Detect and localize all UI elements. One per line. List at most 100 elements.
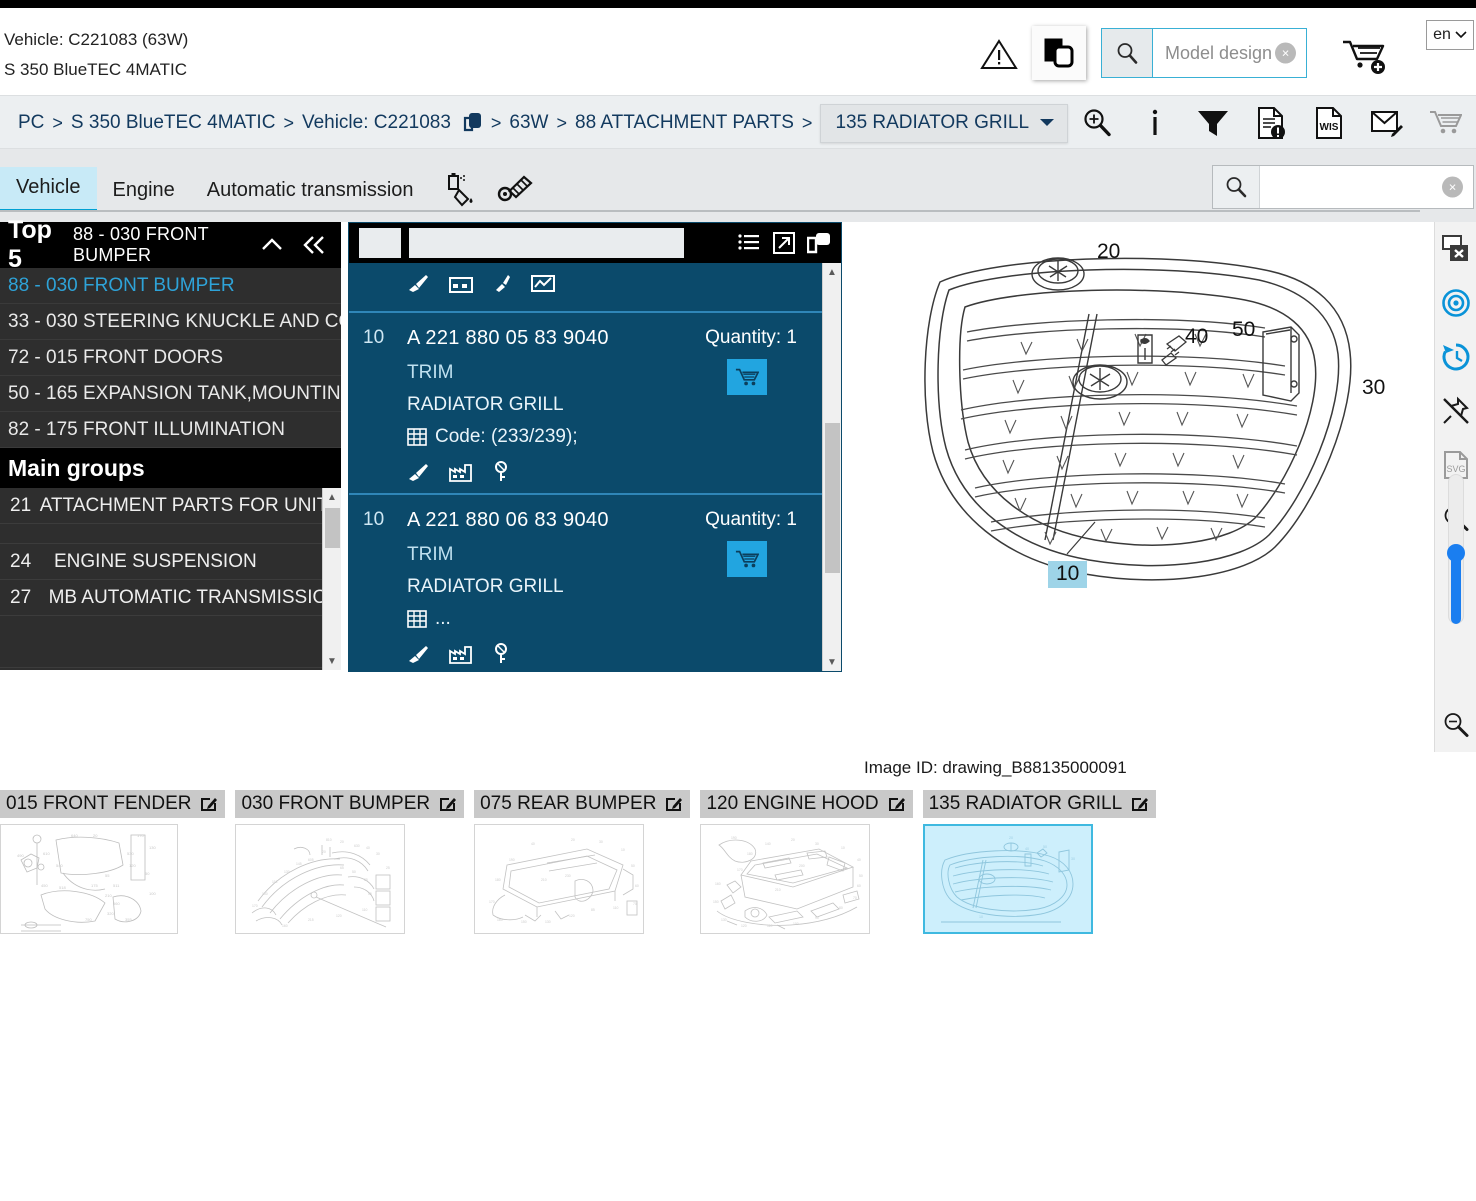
shopping-cart-icon[interactable] bbox=[1428, 106, 1462, 140]
table-grid-icon[interactable] bbox=[407, 427, 427, 447]
main-group-item-27[interactable]: 27 MB AUTOMATIC TRANSMISSION bbox=[0, 580, 341, 616]
email-edit-icon[interactable] bbox=[1370, 106, 1404, 140]
copy-icon[interactable] bbox=[807, 231, 831, 255]
main-search[interactable]: × bbox=[1212, 165, 1474, 209]
main-groups-scrollbar[interactable]: ▲ ▼ bbox=[322, 488, 341, 670]
thumbnail-image[interactable]: 140 20 30 10 40 50 60 70 80 90 100 110 120 130 150… bbox=[700, 824, 871, 934]
factory-icon[interactable] bbox=[449, 273, 473, 293]
add-to-cart-icon[interactable] bbox=[1340, 36, 1394, 76]
drawing-callout-10[interactable]: 10 bbox=[1048, 561, 1088, 588]
tab-engine[interactable]: Engine bbox=[97, 170, 191, 212]
top5-item-1[interactable]: 33 - 030 STEERING KNUCKLE AND CO... bbox=[0, 304, 341, 340]
breadcrumb-item-model[interactable]: S 350 BlueTEC 4MATIC bbox=[71, 112, 276, 134]
close-window-icon[interactable] bbox=[1435, 222, 1476, 276]
scrollbar-thumb[interactable] bbox=[325, 508, 340, 548]
thumbnail-135-radiator-grill[interactable]: 135 RADIATOR GRILL 20 40 50 30 10 bbox=[922, 790, 1157, 934]
search-icon[interactable] bbox=[1213, 166, 1260, 208]
clear-x-icon[interactable]: × bbox=[1275, 42, 1296, 64]
breadcrumb-current-dropdown[interactable]: 135 RADIATOR GRILL bbox=[820, 103, 1069, 143]
lightning-icon[interactable] bbox=[493, 273, 511, 293]
copy-icon[interactable] bbox=[463, 112, 483, 134]
scroll-down-arrow-icon[interactable]: ▼ bbox=[823, 653, 841, 671]
thumbnail-label[interactable]: 015 FRONT FENDER bbox=[0, 790, 226, 818]
zoom-in-search-icon[interactable] bbox=[1080, 106, 1114, 140]
zoom-out-icon[interactable] bbox=[1435, 698, 1476, 752]
thumbnail-030-front-bumper[interactable]: 030 FRONT BUMPER 810 20 630 40 30 20 605… bbox=[235, 790, 465, 934]
edit-pencil-icon[interactable] bbox=[887, 795, 905, 813]
thumbnail-075-rear-bumper[interactable]: 075 REAR BUMPER 40 20 30 10 50 60 70 110… bbox=[474, 790, 691, 934]
paint-brush-icon[interactable] bbox=[407, 644, 429, 664]
target-hotspot-icon[interactable] bbox=[1435, 276, 1476, 330]
zoom-slider-knob[interactable] bbox=[1447, 544, 1465, 562]
model-designation-search[interactable]: × bbox=[1101, 28, 1307, 78]
scrollbar-thumb[interactable] bbox=[825, 423, 840, 573]
tab-automatic-transmission[interactable]: Automatic transmission bbox=[191, 170, 430, 212]
list-view-icon[interactable] bbox=[737, 231, 761, 255]
paint-brush-icon[interactable] bbox=[407, 462, 429, 482]
thumbnail-image[interactable]: 490 610 540 640 20 170 130 530 120 55 50 175 511… bbox=[0, 824, 178, 934]
thumbnail-image[interactable]: 40 20 30 10 50 60 70 110 85 120 130 150 160 170 18… bbox=[474, 824, 645, 934]
zoom-slider[interactable] bbox=[1447, 474, 1465, 624]
parts-drawing[interactable]: 20 40 50 30 10 bbox=[845, 222, 1445, 752]
breadcrumb-item-attachment-parts[interactable]: 88 ATTACHMENT PARTS bbox=[575, 112, 794, 134]
warning-triangle-icon[interactable] bbox=[980, 38, 1018, 70]
document-alert-icon[interactable] bbox=[1254, 106, 1288, 140]
factory-icon[interactable] bbox=[449, 462, 473, 482]
expand-arrow-icon[interactable] bbox=[772, 231, 796, 255]
drawing-callout-30[interactable]: 30 bbox=[1362, 376, 1385, 400]
key-search-icon[interactable] bbox=[493, 461, 511, 483]
wis-document-icon[interactable]: WIS bbox=[1312, 106, 1346, 140]
paint-code-icon[interactable] bbox=[440, 168, 484, 212]
scroll-up-arrow-icon[interactable]: ▲ bbox=[323, 488, 341, 506]
breadcrumb-item-vehicle[interactable]: Vehicle: C221083 bbox=[302, 112, 451, 134]
factory-icon[interactable] bbox=[449, 644, 473, 664]
add-to-cart-icon[interactable] bbox=[727, 359, 767, 395]
parts-filter-input[interactable] bbox=[409, 228, 684, 258]
double-chevron-left-icon[interactable] bbox=[301, 232, 327, 258]
top5-item-3[interactable]: 50 - 165 EXPANSION TANK,MOUNTIN... bbox=[0, 376, 341, 412]
thumbnail-label[interactable]: 135 RADIATOR GRILL bbox=[922, 790, 1157, 818]
parts-row[interactable]: 10 A 221 880 06 83 9040 TRIM RADIATOR GR… bbox=[349, 493, 841, 671]
filter-funnel-icon[interactable] bbox=[1196, 106, 1230, 140]
key-search-icon[interactable] bbox=[493, 643, 511, 665]
parts-row[interactable]: 10 A 221 880 05 83 9040 TRIM RADIATOR GR… bbox=[349, 311, 841, 493]
chevron-up-icon[interactable] bbox=[259, 232, 285, 258]
scroll-down-arrow-icon[interactable]: ▼ bbox=[323, 652, 341, 670]
main-group-item-24[interactable]: 24 ENGINE SUSPENSION bbox=[0, 544, 341, 580]
chart-icon[interactable] bbox=[531, 273, 555, 293]
thumbnail-015-front-fender[interactable]: 015 FRONT FENDER 490 610 540 640 20 170 … bbox=[0, 790, 226, 934]
main-group-item-partial[interactable] bbox=[0, 668, 341, 670]
top5-item-2[interactable]: 72 - 015 FRONT DOORS bbox=[0, 340, 341, 376]
paint-brush-icon[interactable] bbox=[407, 273, 429, 293]
parts-filter-prefix[interactable] bbox=[359, 228, 401, 258]
table-grid-icon[interactable] bbox=[407, 609, 427, 629]
edit-pencil-icon[interactable] bbox=[664, 795, 683, 813]
edit-pencil-icon[interactable] bbox=[1130, 795, 1149, 813]
clear-x-icon[interactable]: × bbox=[1442, 176, 1463, 198]
drawing-callout-20[interactable]: 20 bbox=[1097, 240, 1120, 264]
language-selector[interactable]: en bbox=[1426, 20, 1474, 50]
thumbnail-label[interactable]: 075 REAR BUMPER bbox=[474, 790, 691, 818]
thumbnail-120-engine-hood[interactable]: 120 ENGINE HOOD 140 20 30 10 40 50 60 70… bbox=[700, 790, 913, 934]
tab-vehicle[interactable]: Vehicle bbox=[0, 167, 97, 212]
info-icon[interactable] bbox=[1138, 106, 1172, 140]
breadcrumb-item-pc[interactable]: PC bbox=[18, 112, 44, 134]
scroll-up-arrow-icon[interactable]: ▲ bbox=[823, 263, 841, 281]
reset-history-icon[interactable] bbox=[1435, 330, 1476, 384]
thumbnail-image[interactable]: 810 20 630 40 30 20 605 145 130 118 150 170 65 50… bbox=[235, 824, 406, 934]
unpin-icon[interactable] bbox=[1435, 384, 1476, 438]
thumbnail-label[interactable]: 030 FRONT BUMPER bbox=[235, 790, 465, 818]
top5-item-4[interactable]: 82 - 175 FRONT ILLUMINATION bbox=[0, 412, 341, 448]
add-to-cart-icon[interactable] bbox=[727, 541, 767, 577]
parts-scrollbar[interactable]: ▲ ▼ bbox=[822, 263, 841, 671]
edit-pencil-icon[interactable] bbox=[438, 795, 457, 813]
model-search-button[interactable] bbox=[1102, 29, 1153, 77]
edit-pencil-icon[interactable] bbox=[199, 795, 218, 813]
main-group-item-21[interactable]: 21 ATTACHMENT PARTS FOR UNITS bbox=[0, 488, 341, 524]
damage-code-icon[interactable] bbox=[494, 168, 538, 212]
breadcrumb-item-63w[interactable]: 63W bbox=[509, 112, 548, 134]
thumbnail-image[interactable]: 20 40 50 30 10 bbox=[922, 824, 1093, 934]
copy-documents-icon[interactable] bbox=[1032, 26, 1086, 80]
thumbnail-label[interactable]: 120 ENGINE HOOD bbox=[700, 790, 913, 818]
drawing-callout-40[interactable]: 40 bbox=[1185, 325, 1208, 349]
